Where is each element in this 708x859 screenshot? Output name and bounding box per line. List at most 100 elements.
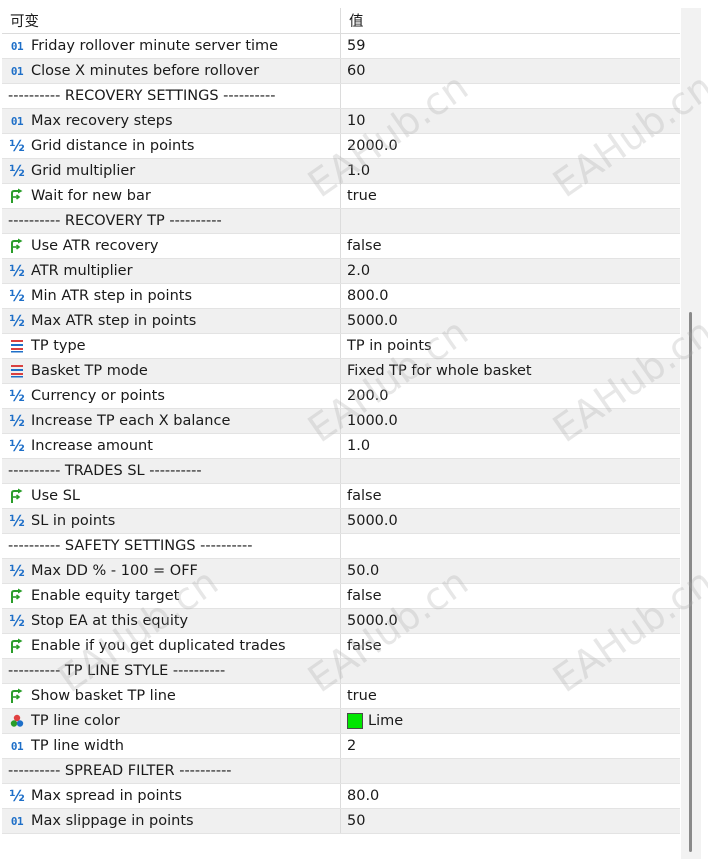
double-type-icon: ½	[9, 437, 25, 455]
parameter-value-cell[interactable]: false	[341, 634, 680, 658]
parameter-value-cell[interactable]: 10	[341, 109, 680, 133]
parameter-row[interactable]: Show basket TP line true	[2, 684, 680, 709]
parameter-name-cell: ½ Min ATR step in points	[2, 284, 341, 308]
parameter-row[interactable]: Use ATR recovery false	[2, 234, 680, 259]
color-type-icon	[8, 712, 26, 730]
parameter-name: Max spread in points	[31, 788, 182, 804]
parameter-row[interactable]: 01 Close X minutes before rollover 60	[2, 59, 680, 84]
parameter-name: ---------- RECOVERY TP ----------	[8, 213, 222, 229]
parameter-value-cell[interactable]: 2	[341, 734, 680, 758]
parameter-value-cell[interactable]: 50.0	[341, 559, 680, 583]
parameter-value-cell[interactable]: 800.0	[341, 284, 680, 308]
parameter-name-cell: Show basket TP line	[2, 684, 341, 708]
parameter-name: TP type	[31, 338, 86, 354]
parameter-row[interactable]: ½ Max ATR step in points 5000.0	[2, 309, 680, 334]
parameter-value-cell[interactable]: true	[341, 684, 680, 708]
parameter-row[interactable]: ½ Increase TP each X balance 1000.0	[2, 409, 680, 434]
parameter-value: true	[347, 188, 377, 204]
parameter-value-cell[interactable]: 2.0	[341, 259, 680, 283]
parameter-name: ---------- SAFETY SETTINGS ----------	[8, 538, 253, 554]
bool-type-icon	[8, 637, 26, 655]
parameter-row[interactable]: ½ Max spread in points 80.0	[2, 784, 680, 809]
parameter-value-cell[interactable]: 1.0	[341, 434, 680, 458]
enum-type-icon	[8, 362, 26, 380]
parameter-row[interactable]: ½ Min ATR step in points 800.0	[2, 284, 680, 309]
parameter-row[interactable]: ½ Currency or points 200.0	[2, 384, 680, 409]
parameter-row[interactable]: ½ Stop EA at this equity 5000.0	[2, 609, 680, 634]
parameter-value: 1000.0	[347, 413, 398, 429]
parameter-value-cell[interactable]: 5000.0	[341, 609, 680, 633]
parameter-name: Max ATR step in points	[31, 313, 197, 329]
parameter-name: Min ATR step in points	[31, 288, 193, 304]
parameter-value: 10	[347, 113, 366, 129]
parameter-value-cell[interactable]: false	[341, 584, 680, 608]
parameter-value-cell[interactable]: 5000.0	[341, 509, 680, 533]
parameter-row[interactable]: Enable equity target false	[2, 584, 680, 609]
header-value[interactable]: 值	[341, 8, 680, 33]
parameter-name: Enable if you get duplicated trades	[31, 638, 286, 654]
parameter-value-cell[interactable]: Lime	[341, 709, 680, 733]
parameter-value-cell[interactable]: 1.0	[341, 159, 680, 183]
double-type-icon: ½	[9, 262, 25, 280]
group-separator-row[interactable]: ---------- RECOVERY TP ----------	[2, 209, 680, 234]
parameter-row[interactable]: ½ Max DD % - 100 = OFF 50.0	[2, 559, 680, 584]
parameter-value: 1.0	[347, 438, 371, 454]
group-separator-row[interactable]: ---------- TRADES SL ----------	[2, 459, 680, 484]
parameter-row[interactable]: ½ Grid multiplier 1.0	[2, 159, 680, 184]
parameter-row[interactable]: Use SL false	[2, 484, 680, 509]
parameter-name-cell: ---------- SAFETY SETTINGS ----------	[2, 534, 341, 558]
parameter-value-cell[interactable]: 80.0	[341, 784, 680, 808]
parameter-value-cell[interactable]: false	[341, 234, 680, 258]
header-variable[interactable]: 可变	[2, 8, 341, 33]
double-type-icon: ½	[9, 137, 25, 155]
parameter-name-cell: Enable equity target	[2, 584, 341, 608]
group-separator-row[interactable]: ---------- SPREAD FILTER ----------	[2, 759, 680, 784]
parameter-name-cell: Use ATR recovery	[2, 234, 341, 258]
parameter-value-cell[interactable]: TP in points	[341, 334, 680, 358]
parameter-row[interactable]: Basket TP mode Fixed TP for whole basket	[2, 359, 680, 384]
parameter-row[interactable]: ½ Grid distance in points 2000.0	[2, 134, 680, 159]
scrollbar-thumb[interactable]	[689, 312, 692, 852]
parameter-name-cell: TP type	[2, 334, 341, 358]
parameter-value: 50.0	[347, 563, 380, 579]
parameter-name-cell: 01 Close X minutes before rollover	[2, 59, 341, 83]
parameter-value-cell[interactable]: 2000.0	[341, 134, 680, 158]
parameter-value: TP in points	[347, 338, 432, 354]
color-swatch	[347, 713, 363, 729]
parameter-name-cell: ½ Currency or points	[2, 384, 341, 408]
parameter-value-cell[interactable]: true	[341, 184, 680, 208]
parameter-value-cell[interactable]: 1000.0	[341, 409, 680, 433]
group-separator-row[interactable]: ---------- SAFETY SETTINGS ----------	[2, 534, 680, 559]
group-separator-row[interactable]: ---------- TP LINE STYLE ----------	[2, 659, 680, 684]
parameter-row[interactable]: ½ ATR multiplier 2.0	[2, 259, 680, 284]
parameter-row[interactable]: ½ Increase amount 1.0	[2, 434, 680, 459]
parameter-name: TP line width	[31, 738, 124, 754]
group-separator-row[interactable]: ---------- RECOVERY SETTINGS ----------	[2, 84, 680, 109]
parameter-row[interactable]: 01 Friday rollover minute server time 59	[2, 34, 680, 59]
parameter-value-cell[interactable]: false	[341, 484, 680, 508]
parameter-name-cell: ½ Increase amount	[2, 434, 341, 458]
parameter-row[interactable]: TP line color Lime	[2, 709, 680, 734]
parameter-name-cell: 01 Friday rollover minute server time	[2, 34, 341, 58]
parameter-value-cell[interactable]: Fixed TP for whole basket	[341, 359, 680, 383]
parameter-value-cell	[341, 534, 680, 558]
parameter-row[interactable]: Wait for new bar true	[2, 184, 680, 209]
double-type-icon: ½	[9, 162, 25, 180]
double-type-icon: ½	[9, 612, 25, 630]
parameter-value-cell[interactable]: 59	[341, 34, 680, 58]
parameter-row[interactable]: Enable if you get duplicated trades false	[2, 634, 680, 659]
parameter-value: false	[347, 488, 382, 504]
bool-type-icon	[8, 237, 26, 255]
parameter-value-cell[interactable]: 50	[341, 809, 680, 833]
parameter-name: Close X minutes before rollover	[31, 63, 260, 79]
parameter-row[interactable]: 01 Max slippage in points 50	[2, 809, 680, 834]
parameter-row[interactable]: 01 Max recovery steps 10	[2, 109, 680, 134]
int-type-icon: 01	[10, 739, 24, 753]
parameter-row[interactable]: 01 TP line width 2	[2, 734, 680, 759]
parameter-value-cell[interactable]: 5000.0	[341, 309, 680, 333]
parameter-value-cell[interactable]: 60	[341, 59, 680, 83]
parameter-row[interactable]: ½ SL in points 5000.0	[2, 509, 680, 534]
parameter-value-cell[interactable]: 200.0	[341, 384, 680, 408]
parameter-row[interactable]: TP type TP in points	[2, 334, 680, 359]
parameter-name-cell: 01 Max slippage in points	[2, 809, 341, 833]
